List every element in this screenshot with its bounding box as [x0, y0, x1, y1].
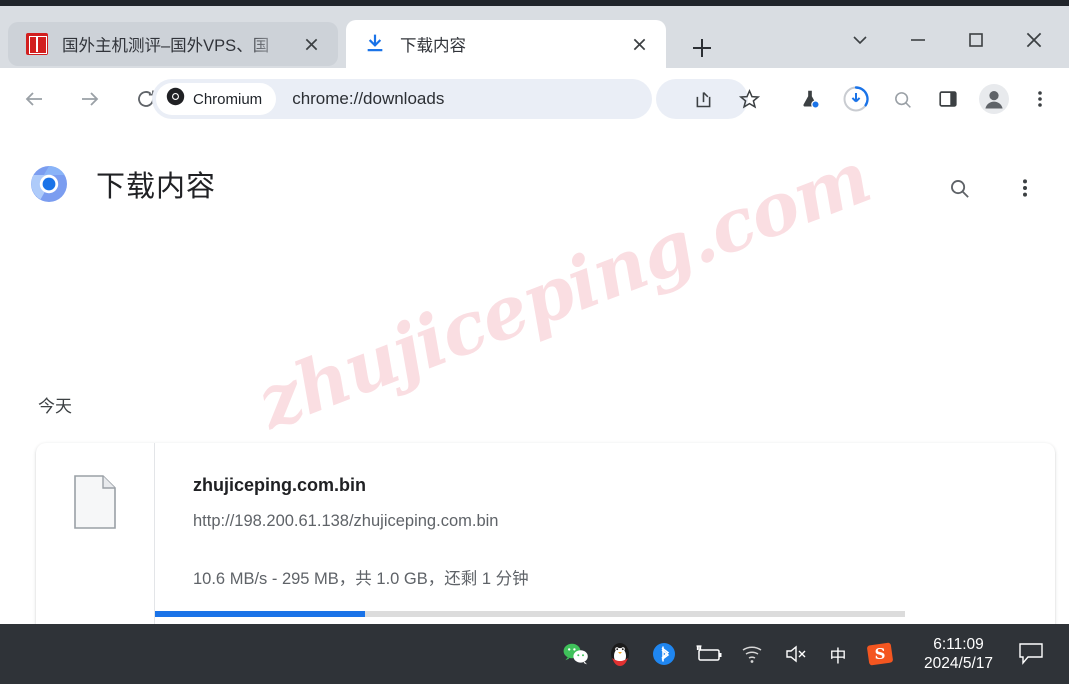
download-status-text: 10.6 MB/s - 295 MB，共 1.0 GB，还剩 1 分钟 [193, 570, 529, 588]
back-button[interactable] [14, 79, 54, 119]
page-menu-three-dot-icon[interactable] [1003, 166, 1047, 210]
downloads-progress-icon[interactable] [836, 79, 876, 119]
download-icon [364, 33, 386, 55]
wechat-icon[interactable] [559, 637, 593, 671]
notification-icon[interactable] [1011, 634, 1051, 674]
downloads-page: 下载内容 zhujiceping.com 今天 zhujiceping.com.… [0, 130, 1069, 624]
svg-text:S: S [875, 645, 886, 663]
bluetooth-icon[interactable] [647, 637, 681, 671]
new-tab-button[interactable] [684, 30, 720, 66]
browser-menu-three-dot-icon[interactable] [1020, 79, 1060, 119]
browser-toolbar: Chromium chrome://downloads [0, 68, 1069, 130]
tab-close-icon[interactable] [296, 29, 326, 59]
tab-title: 下载内容 [400, 37, 466, 55]
download-source-url[interactable]: http://198.200.61.138/zhujiceping.com.bi… [193, 512, 1055, 531]
tab-active-downloads[interactable]: 下载内容 [346, 20, 666, 68]
wifi-icon[interactable] [735, 637, 769, 671]
qq-penguin-icon[interactable] [603, 637, 637, 671]
address-bar-url: chrome://downloads [292, 89, 445, 108]
download-progress-fill [155, 611, 365, 617]
taskbar-clock[interactable]: 6:11:09 2024/5/17 [924, 635, 993, 674]
download-file-icon-pane [36, 443, 155, 624]
download-progress-bar [155, 611, 905, 617]
downloads-page-header: 下载内容 [0, 144, 1069, 224]
page-title: 下载内容 [96, 171, 217, 203]
window-controls [837, 12, 1069, 68]
tab-inactive[interactable]: 国外主机测评–国外VPS、国 [8, 22, 338, 66]
experiments-flask-icon[interactable] [790, 79, 830, 119]
search-icon[interactable] [882, 79, 922, 119]
sogou-input-icon[interactable]: S [863, 637, 897, 671]
tab-title: 国外主机测评–国外VPS、国 [62, 37, 270, 55]
chromium-logo-icon [30, 165, 68, 203]
forward-button[interactable] [70, 79, 110, 119]
chromium-logo-icon [166, 87, 185, 111]
volume-muted-icon[interactable] [779, 637, 813, 671]
clock-date: 2024/5/17 [924, 655, 993, 672]
system-tray: 中 S [554, 637, 902, 671]
bookmark-star-icon[interactable] [729, 79, 769, 119]
share-icon[interactable] [683, 79, 723, 119]
tab-search-chevron-icon[interactable] [837, 17, 883, 63]
battery-icon[interactable] [691, 637, 725, 671]
close-window-button[interactable] [1011, 17, 1057, 63]
browser-window: 国外主机测评–国外VPS、国 下载内容 Chromium chrome://do… [0, 0, 1069, 684]
ime-label: 中 [829, 646, 847, 666]
minimize-button[interactable] [895, 17, 941, 63]
chromium-chip-label: Chromium [193, 90, 263, 108]
generic-file-icon [74, 475, 116, 529]
clock-time: 6:11:09 [933, 635, 984, 653]
section-date-header: 今天 [38, 397, 72, 416]
tab-strip: 国外主机测评–国外VPS、国 下载内容 [0, 6, 1069, 68]
maximize-button[interactable] [953, 17, 999, 63]
download-file-name[interactable]: zhujiceping.com.bin [193, 475, 1055, 496]
chromium-chip[interactable]: Chromium [156, 83, 277, 115]
profile-avatar-icon[interactable] [974, 79, 1014, 119]
download-item-card[interactable]: zhujiceping.com.bin http://198.200.61.13… [36, 443, 1055, 624]
address-bar[interactable]: Chromium chrome://downloads [152, 79, 652, 119]
os-taskbar: 中 S 6:11:09 2024/5/17 [0, 624, 1069, 684]
red-seal-favicon-icon [26, 33, 48, 55]
ime-indicator[interactable]: 中 [823, 637, 853, 671]
page-header-actions [937, 166, 1047, 210]
toolbar-actions [680, 79, 1063, 119]
download-item-body: zhujiceping.com.bin http://198.200.61.13… [155, 443, 1055, 624]
tab-close-icon[interactable] [624, 29, 654, 59]
side-panel-icon[interactable] [928, 79, 968, 119]
search-icon[interactable] [937, 166, 981, 210]
